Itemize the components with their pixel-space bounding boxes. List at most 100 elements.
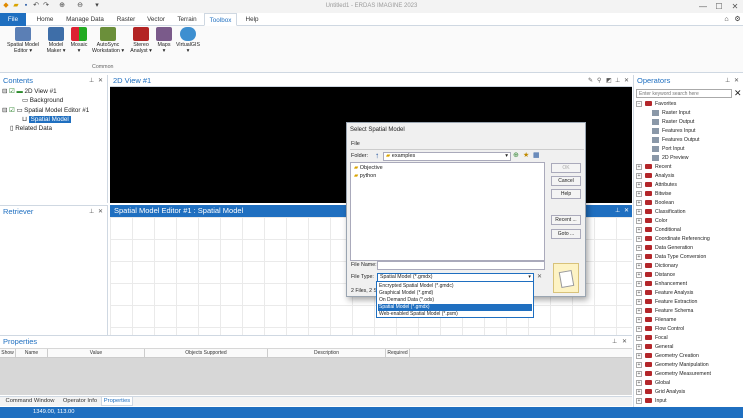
expand-icon[interactable]: + — [636, 388, 642, 395]
operator-category[interactable]: + Coordinate Referencing — [636, 235, 710, 243]
recent-button[interactable]: Recent ... — [551, 215, 581, 225]
operator-category[interactable]: + Color — [636, 217, 667, 225]
goto-button[interactable]: Goto ... — [551, 229, 581, 239]
dropdown-option[interactable]: Graphical Model (*.gmd) — [378, 290, 532, 297]
link-icon[interactable]: ⚲ — [597, 75, 601, 87]
tree-item-model-editor[interactable]: ⊟ ☑ ▭ Spatial Model Editor #1 — [2, 107, 89, 115]
dropdown-option[interactable]: On Demand Data (*.ods) — [378, 297, 532, 304]
operator-category[interactable]: + Dictionary — [636, 262, 678, 270]
close-icon[interactable]: ✕ — [624, 75, 629, 87]
favorite-folder-icon[interactable]: ★ — [523, 151, 529, 159]
operator-category[interactable]: + Focal — [636, 334, 668, 342]
operator-category[interactable]: + Input — [636, 397, 667, 405]
column-name[interactable]: Name — [16, 349, 48, 358]
expand-icon[interactable]: + — [636, 370, 642, 377]
expand-icon[interactable]: + — [636, 289, 642, 296]
folder-select[interactable]: ▰ examples ▾ — [383, 152, 511, 161]
operator-category[interactable]: + Grid Analysis — [636, 388, 685, 396]
collapse-icon[interactable]: ⊟ — [2, 107, 7, 114]
file-type-dropdown[interactable]: Encrypted Spatial Model (*.gmdc) Graphic… — [376, 281, 534, 318]
expand-icon[interactable]: + — [636, 262, 642, 269]
close-icon[interactable]: ✕ — [98, 206, 103, 218]
close-icon[interactable]: ✕ — [734, 75, 739, 87]
file-list[interactable]: ▰ Objective ▰ python — [350, 162, 545, 261]
list-item[interactable]: ▰ Objective — [354, 165, 383, 171]
list-item[interactable]: ▰ python — [354, 173, 376, 179]
expand-icon[interactable]: + — [636, 397, 642, 404]
operator-item[interactable]: Raster Output — [652, 118, 694, 126]
operator-category[interactable]: + Geometry Measurement — [636, 370, 711, 378]
tab-help[interactable]: Help — [241, 13, 263, 26]
expand-icon[interactable]: + — [636, 199, 642, 206]
operator-search-input[interactable] — [636, 89, 732, 98]
operator-category[interactable]: + Recent — [636, 163, 671, 171]
expand-icon[interactable]: + — [636, 352, 642, 359]
expand-icon[interactable]: + — [636, 325, 642, 332]
tab-manage-data[interactable]: Manage Data — [63, 13, 107, 26]
expand-icon[interactable]: + — [636, 316, 642, 323]
pin-icon[interactable]: ⊥ — [615, 205, 620, 217]
column-value[interactable]: Value — [48, 349, 145, 358]
operator-category[interactable]: + Feature Analysis — [636, 289, 693, 297]
tab-raster[interactable]: Raster — [112, 13, 140, 26]
operator-category[interactable]: + Data Type Conversion — [636, 253, 706, 261]
operator-category[interactable]: + Classification — [636, 208, 686, 216]
checkbox-icon[interactable]: ☑ — [9, 88, 15, 95]
operator-item[interactable]: Port Input — [652, 145, 685, 153]
pin-icon[interactable]: ⊥ — [725, 75, 730, 87]
maps-button[interactable]: Maps ▾ — [154, 27, 174, 54]
tab-terrain[interactable]: Terrain — [174, 13, 200, 26]
minimize-button[interactable]: — — [697, 1, 709, 12]
operator-category[interactable]: + Boolean — [636, 199, 674, 207]
column-objects-supported[interactable]: Objects Supported — [145, 349, 268, 358]
cancel-button[interactable]: Cancel — [551, 176, 581, 186]
column-show[interactable]: Show — [0, 349, 16, 358]
collapse-icon[interactable]: − — [636, 100, 642, 107]
spatial-model-editor-button[interactable]: Spatial Model Editor ▾ — [3, 27, 43, 54]
tab-home[interactable]: Home — [32, 13, 58, 26]
expand-icon[interactable]: + — [636, 172, 642, 179]
expand-icon[interactable]: + — [636, 307, 642, 314]
operator-category-favorites[interactable]: − Favorites — [636, 100, 676, 108]
close-window-button[interactable]: ✕ — [729, 1, 741, 12]
operator-category[interactable]: + General — [636, 343, 673, 351]
expand-icon[interactable]: + — [636, 244, 642, 251]
help-icon[interactable]: ⌂ — [722, 13, 731, 26]
expand-icon[interactable]: + — [636, 361, 642, 368]
maximize-button[interactable]: ☐ — [713, 1, 725, 12]
tab-toolbox[interactable]: Toolbox — [204, 13, 237, 26]
operator-item[interactable]: Features Input — [652, 127, 695, 135]
view-mode-icon[interactable]: ▦ — [533, 151, 540, 159]
tab-properties[interactable]: Properties — [101, 397, 133, 406]
expand-icon[interactable]: + — [636, 181, 642, 188]
collapse-icon[interactable]: ⊟ — [2, 88, 7, 95]
mosaic-button[interactable]: Mosaic ▾ — [68, 27, 90, 54]
operator-category[interactable]: + Flow Control — [636, 325, 684, 333]
operator-category[interactable]: + Geometry Manipulation — [636, 361, 709, 369]
operator-category[interactable]: + Attributes — [636, 181, 677, 189]
stereo-analyst-button[interactable]: Stereo Analyst ▾ — [128, 27, 154, 54]
tree-item-related-data[interactable]: ▯ Related Data — [10, 125, 52, 133]
dropdown-option[interactable]: Encrypted Spatial Model (*.gmdc) — [378, 283, 532, 290]
dialog-menu-file[interactable]: File — [351, 141, 360, 147]
expand-icon[interactable]: + — [636, 163, 642, 170]
expand-icon[interactable]: + — [636, 226, 642, 233]
dropdown-option[interactable]: Web-enabled Spatial Model (*.psm) — [378, 311, 532, 318]
tree-item-spatial-model[interactable]: ⊔ Spatial Model — [22, 116, 71, 124]
tab-command-window[interactable]: Command Window — [2, 397, 58, 406]
expand-icon[interactable]: + — [636, 280, 642, 287]
help-button[interactable]: Help — [551, 189, 581, 199]
operator-item[interactable]: Raster Input — [652, 109, 690, 117]
expand-icon[interactable]: + — [636, 343, 642, 350]
tab-vector[interactable]: Vector — [143, 13, 169, 26]
tab-file[interactable]: File — [0, 13, 26, 26]
expand-icon[interactable]: + — [636, 271, 642, 278]
close-icon[interactable]: ✕ — [624, 205, 629, 217]
operator-category[interactable]: + Geometry Creation — [636, 352, 699, 360]
operator-category[interactable]: + Enhancement — [636, 280, 687, 288]
operator-item[interactable]: Features Output — [652, 136, 700, 144]
column-required[interactable]: Required — [386, 349, 410, 358]
expand-icon[interactable]: + — [636, 379, 642, 386]
operator-category[interactable]: + Conditional — [636, 226, 681, 234]
expand-icon[interactable]: + — [636, 298, 642, 305]
